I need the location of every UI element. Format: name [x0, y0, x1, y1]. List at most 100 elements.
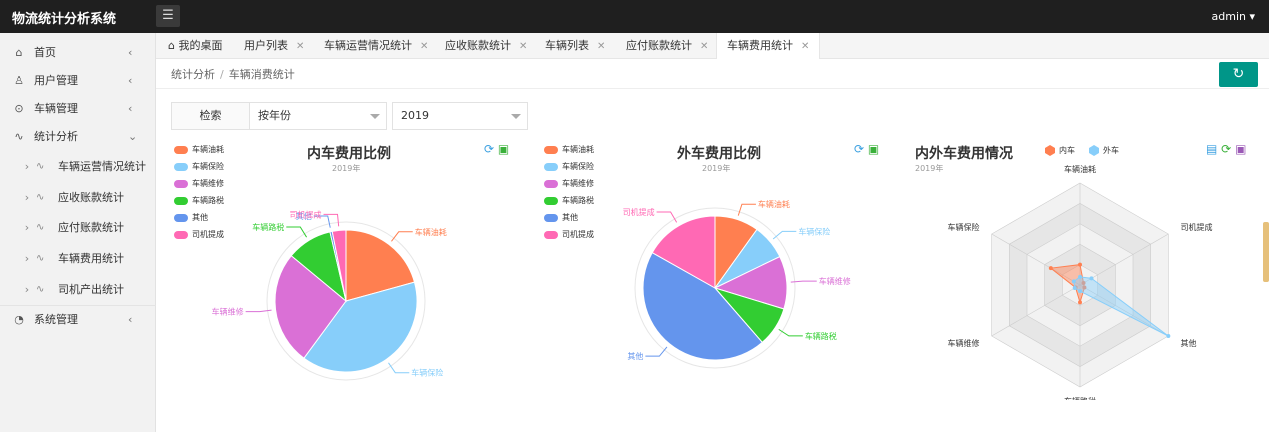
legend-label: 车辆油耗	[562, 145, 594, 154]
sidebar-item-vehicles[interactable]: ⊙ 车辆管理 ‹	[0, 95, 156, 123]
pie-label: 车辆保险	[798, 226, 830, 236]
chevron-left-icon: ‹	[128, 102, 133, 115]
radar-point[interactable]	[1078, 300, 1082, 305]
breadcrumb-parent[interactable]: 统计分析	[171, 68, 215, 81]
legend-item[interactable]: 车辆路税	[174, 195, 224, 209]
radar-chart-svg: 车辆油耗司机提成其他车辆路税 车辆维修 车辆保险 内车 外车	[948, 145, 1212, 400]
tab-payables[interactable]: 应付账款统计 ✕	[626, 33, 708, 59]
pie-label: 车辆保险	[411, 368, 443, 378]
radar-legend-label[interactable]: 外车	[1103, 145, 1119, 155]
user-menu[interactable]: admin ▾	[1212, 10, 1256, 23]
sidebar-item-label: 用户管理	[34, 74, 78, 87]
close-icon[interactable]: ✕	[597, 41, 605, 52]
legend-item[interactable]: 车辆维修	[174, 178, 224, 192]
sidebar-item-payables[interactable]: › ∿ 应付账款统计	[0, 214, 156, 242]
tab-label: 我的桌面	[178, 39, 223, 52]
close-icon[interactable]: ✕	[296, 41, 304, 52]
pie-label: 车辆路税	[805, 331, 837, 341]
legend-label: 车辆路税	[562, 196, 594, 205]
legend-label: 司机提成	[562, 230, 594, 239]
mode-select[interactable]: 按年份	[258, 103, 291, 129]
pie-label-line	[790, 280, 817, 283]
tab-vehicle-list[interactable]: 车辆列表 ✕	[545, 33, 605, 59]
tab-my-desktop[interactable]: ⌂ 我的桌面	[168, 33, 222, 59]
radar-point[interactable]	[1048, 266, 1053, 271]
pulse-icon: ∿	[36, 284, 45, 295]
sidebar-item-system[interactable]: ◔ 系统管理 ‹	[0, 306, 156, 334]
radar-legend-swatch[interactable]	[1089, 145, 1099, 156]
outer-vehicle-cost-chart: 外车费用比例 2019年 ⟳ ▣ 车辆油耗 车辆保险 车辆维修 车辆路税 其他 司机提成 …	[540, 140, 900, 400]
sidebar-item-label: 车辆管理	[34, 102, 78, 115]
sidebar-item-receivables[interactable]: › ∿ 应收账款统计	[0, 184, 156, 212]
legend-item[interactable]: 车辆路税	[544, 195, 594, 209]
close-icon[interactable]: ✕	[519, 41, 527, 52]
sidebar-item-label: 统计分析	[34, 130, 78, 143]
legend-item[interactable]: 车辆油耗	[174, 144, 224, 158]
legend-swatch	[174, 179, 188, 188]
legend-item[interactable]: 其他	[544, 212, 578, 226]
radar-legend-label[interactable]: 内车	[1059, 145, 1075, 155]
legend-item[interactable]: 司机提成	[544, 229, 594, 243]
sidebar-item-users[interactable]: ♙ 用户管理 ‹	[0, 67, 156, 95]
filter-label: 检索	[172, 103, 250, 129]
pie-label: 车辆路税	[252, 222, 284, 232]
menu-toggle-button[interactable]: ☰	[156, 5, 180, 27]
legend-item[interactable]: 车辆维修	[544, 178, 594, 192]
legend-item[interactable]: 车辆油耗	[544, 144, 594, 158]
header-divider	[156, 88, 1269, 89]
close-icon[interactable]: ✕	[700, 41, 708, 52]
sidebar-item-driver-output[interactable]: › ∿ 司机产出统计	[0, 276, 156, 304]
settings-icon: ◔	[14, 313, 24, 326]
sidebar-item-vehicle-cost[interactable]: › ∿ 车辆费用统计	[0, 245, 156, 273]
pie-label: 车辆油耗	[415, 227, 447, 237]
radar-point[interactable]	[1072, 286, 1077, 291]
radar-legend-swatch[interactable]	[1045, 145, 1055, 156]
tab-vehicle-operation[interactable]: 车辆运营情况统计 ✕	[324, 33, 428, 59]
legend-swatch	[174, 230, 188, 239]
legend-item[interactable]: 车辆保险	[544, 161, 594, 175]
legend-item[interactable]: 其他	[174, 212, 208, 226]
pie-label-line	[645, 346, 668, 357]
radar-point[interactable]	[1078, 289, 1082, 294]
user-icon: ♙	[14, 74, 24, 87]
close-icon[interactable]: ✕	[420, 41, 428, 52]
legend-swatch	[544, 213, 558, 222]
close-icon[interactable]: ✕	[801, 41, 809, 52]
caret-down-icon[interactable]	[511, 114, 521, 119]
pulse-icon: ∿	[36, 192, 45, 203]
tab-receivables[interactable]: 应收账款统计 ✕	[445, 33, 527, 59]
pie-label: 司机提成	[290, 209, 322, 219]
legend-item[interactable]: 车辆保险	[174, 161, 224, 175]
hamburger-icon: ☰	[162, 8, 174, 23]
chevron-left-icon: ‹	[128, 313, 133, 326]
legend-label: 车辆维修	[192, 179, 224, 188]
caret-down-icon[interactable]	[370, 114, 380, 119]
legend-item[interactable]: 司机提成	[174, 229, 224, 243]
sidebar-item-statistics[interactable]: ∿ 统计分析 ⌄	[0, 123, 156, 151]
radar-point[interactable]	[1078, 274, 1082, 279]
radar-point[interactable]	[1089, 276, 1094, 281]
tab-vehicle-cost[interactable]: 车辆费用统计 ✕	[716, 33, 821, 59]
legend-swatch	[544, 179, 558, 188]
legend-swatch	[174, 213, 188, 222]
pulse-icon: ∿	[36, 161, 45, 172]
caret-down-icon: ▾	[1249, 10, 1255, 23]
year-select[interactable]: 2019	[392, 102, 528, 130]
radar-point[interactable]	[1071, 279, 1076, 284]
radar-point[interactable]	[1078, 262, 1082, 267]
radar-indicator-label: 其他	[1180, 338, 1196, 348]
radar-indicator-label: 车辆路税	[1064, 396, 1096, 400]
pie-label-line	[388, 362, 410, 374]
refresh-button[interactable]: ↻	[1219, 62, 1258, 87]
sidebar-item-vehicle-operation[interactable]: › ∿ 车辆运营情况统计	[0, 153, 156, 181]
sidebar-item-home[interactable]: ⌂ 首页 ‹	[0, 39, 156, 67]
legend-swatch	[174, 162, 188, 171]
legend-swatch	[544, 230, 558, 239]
tab-user-list[interactable]: 用户列表 ✕	[244, 33, 304, 59]
side-scroll-handle[interactable]	[1263, 222, 1269, 282]
radar-point[interactable]	[1166, 334, 1171, 338]
user-name: admin	[1211, 10, 1246, 23]
pie-label: 司机提成	[623, 207, 655, 217]
search-mode-filter: 检索 按年份	[171, 102, 387, 130]
legend-label: 其他	[562, 213, 578, 222]
